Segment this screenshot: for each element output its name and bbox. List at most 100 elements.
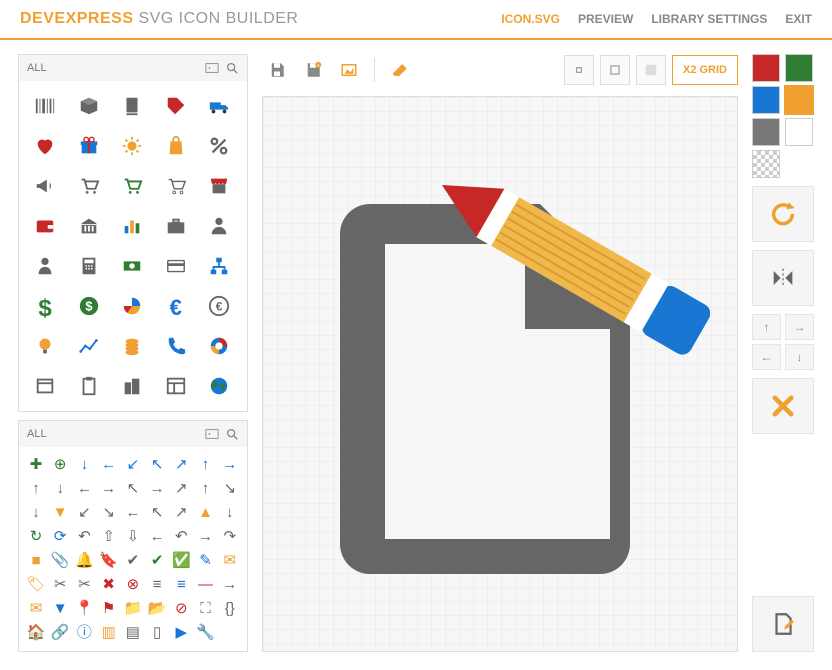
undo-icon[interactable]: ↶ [73,525,95,547]
arrow-ul2-g[interactable]: ↖ [146,501,168,523]
color-gray[interactable] [752,118,780,146]
image-icon[interactable] [334,55,364,85]
plus-circle-icon[interactable]: ⊕ [49,453,71,475]
flag-icon[interactable]: ⚑ [98,597,120,619]
building-icon[interactable] [69,207,109,245]
sitemap-icon[interactable] [199,247,239,285]
bar-chart-icon[interactable] [112,207,152,245]
pin-icon[interactable]: 📍 [73,597,95,619]
pie-chart-icon[interactable] [112,287,152,325]
donut-chart-icon[interactable] [199,327,239,365]
coins-icon[interactable] [112,327,152,365]
euro-icon[interactable]: € [156,287,196,325]
minus-icon[interactable]: — [195,573,217,595]
color-yellow[interactable] [785,86,813,114]
cart-green-icon[interactable] [112,167,152,205]
x-circle-icon[interactable]: ⊗ [122,573,144,595]
link-icon[interactable]: 🔗 [49,621,71,643]
filter-icon[interactable]: ▼ [49,597,71,619]
arrow-ur-icon[interactable]: ↗ [170,453,192,475]
doc-yellow-icon[interactable]: ▥ [98,621,120,643]
user-tie-icon[interactable] [199,207,239,245]
heart-icon[interactable] [25,127,65,165]
arrow-left-g[interactable]: ← [73,477,95,499]
triangle-up-icon[interactable]: ▲ [195,501,217,523]
triangle-down-icon[interactable]: ▼ [49,501,71,523]
arrow-ur-g[interactable]: ↗ [170,477,192,499]
server-icon[interactable] [112,87,152,125]
expand-icon[interactable]: ⛶ [195,597,217,619]
scissors-icon[interactable]: ✂ [49,573,71,595]
bulb-icon[interactable] [25,327,65,365]
dollar-icon[interactable]: $ [25,287,65,325]
user-female-icon[interactable] [25,247,65,285]
arrow-left3-g[interactable]: ← [146,525,168,547]
list-icon[interactable]: ≡ [146,573,168,595]
ban-icon[interactable]: ⊘ [170,597,192,619]
nudge-down[interactable]: ↓ [785,344,814,370]
x-red-icon[interactable]: ✖ [98,573,120,595]
zoom-medium-icon[interactable] [600,55,630,85]
percent-icon[interactable] [199,127,239,165]
euro-circle-icon[interactable]: € [199,287,239,325]
barcode-icon[interactable] [25,87,65,125]
arrow-left2-g[interactable]: ← [122,501,144,523]
arrow-right-g[interactable]: → [98,477,120,499]
edit-document-button[interactable] [752,596,814,652]
trend-icon[interactable] [69,327,109,365]
download-icon[interactable]: ⇩ [122,525,144,547]
cash-icon[interactable] [112,247,152,285]
refresh-icon[interactable]: ⟳ [49,525,71,547]
nudge-left[interactable]: ← [752,344,781,370]
bookmark-icon[interactable]: 🔖 [98,549,120,571]
scissors2-icon[interactable]: ✂ [73,573,95,595]
color-transparent[interactable] [752,150,780,178]
mail-icon[interactable]: ✉ [219,549,241,571]
arrow-dr-g[interactable]: ↘ [219,477,241,499]
layout-icon[interactable] [156,367,196,405]
store-icon[interactable] [199,167,239,205]
attach-icon[interactable]: 📎 [49,549,71,571]
options-icon[interactable] [205,61,219,75]
nav-library-settings[interactable]: LIBRARY SETTINGS [651,12,767,26]
nav-exit[interactable]: EXIT [785,12,812,26]
color-green[interactable] [785,54,813,82]
folder2-icon[interactable]: 📂 [146,597,168,619]
calculator-icon[interactable] [69,247,109,285]
cart-outline-icon[interactable] [156,167,196,205]
arrow-down-icon[interactable]: ↓ [73,453,95,475]
color-blue[interactable] [752,86,780,114]
search-icon[interactable] [225,61,239,75]
phone-icon[interactable] [156,327,196,365]
arrow-right3-g[interactable]: → [195,525,217,547]
arrow-down2-g[interactable]: ↓ [25,501,47,523]
nudge-right[interactable]: → [785,314,814,340]
nav-preview[interactable]: PREVIEW [578,12,633,26]
arrow-left-icon[interactable]: ← [98,453,120,475]
arrow-down2b-g[interactable]: ↓ [219,501,241,523]
arrow-right-icon[interactable]: → [219,453,241,475]
bullhorn-icon[interactable] [25,167,65,205]
redo-icon[interactable]: ↻ [25,525,47,547]
window-icon[interactable] [25,367,65,405]
credit-card-icon[interactable] [156,247,196,285]
canvas[interactable] [262,96,738,652]
dollar-circle-icon[interactable]: $ [69,287,109,325]
nudge-up[interactable]: ↑ [752,314,781,340]
shopping-bag-icon[interactable] [156,127,196,165]
arrow-dl-g[interactable]: ↙ [73,501,95,523]
cart-icon[interactable] [69,167,109,205]
books-icon[interactable]: ▤ [122,621,144,643]
arrow-r4-icon[interactable]: → [219,573,241,595]
color-white[interactable] [785,118,813,146]
pencil-icon[interactable]: ✎ [195,549,217,571]
tag-y-icon[interactable]: 🏷 [25,573,47,595]
nav-icon-svg[interactable]: ICON.SVG [501,12,560,26]
sun-icon[interactable] [112,127,152,165]
gift-icon[interactable] [69,127,109,165]
home-icon[interactable]: 🏠 [25,621,47,643]
square-icon[interactable]: ■ [25,549,47,571]
arrow-ul-g[interactable]: ↖ [122,477,144,499]
rotate-button[interactable] [752,186,814,242]
upload-icon[interactable]: ⇧ [98,525,120,547]
